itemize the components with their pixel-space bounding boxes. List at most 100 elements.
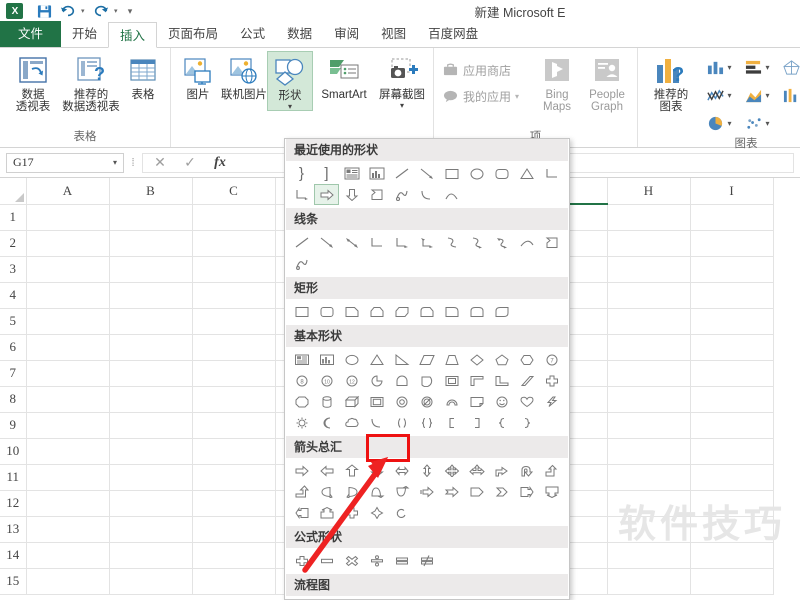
shape-line[interactable] (289, 232, 314, 253)
name-box[interactable]: G17 ▾ (6, 152, 124, 173)
cell-C4[interactable] (192, 282, 276, 309)
shape-diamond[interactable] (464, 349, 489, 370)
shape-trapezoid[interactable] (439, 349, 464, 370)
redo-dropdown-icon[interactable]: ▾ (114, 7, 123, 15)
tab-insert[interactable]: 插入 (108, 22, 158, 48)
select-all-corner[interactable] (0, 178, 27, 205)
shape-up-arrow-callout[interactable] (314, 502, 339, 523)
row-header-14[interactable]: 14 (0, 542, 27, 569)
cell-H11[interactable] (607, 464, 691, 491)
shape-rectangle[interactable] (289, 301, 314, 322)
cell-B13[interactable] (109, 516, 193, 543)
shape-curved-right-arrow[interactable] (339, 481, 364, 502)
store-button[interactable]: 应用商店 (438, 57, 533, 83)
shape-cube[interactable] (339, 391, 364, 412)
cell-A6[interactable] (26, 334, 110, 361)
cell-C13[interactable] (192, 516, 276, 543)
shape-oval[interactable] (339, 349, 364, 370)
cell-I11[interactable] (690, 464, 774, 491)
row-header-10[interactable]: 10 (0, 438, 27, 465)
cell-C9[interactable] (192, 412, 276, 439)
shape-triangle[interactable] (514, 163, 539, 184)
shape-up-arrow[interactable] (339, 460, 364, 481)
cell-B14[interactable] (109, 542, 193, 569)
cell-H13[interactable] (607, 516, 691, 543)
shape-pentagon-arrow[interactable] (464, 481, 489, 502)
shape-pie[interactable] (364, 370, 389, 391)
bar-chart-button[interactable]: ▾ (738, 53, 776, 81)
shape-elbow-connector[interactable] (539, 163, 564, 184)
shape-block-arc[interactable] (439, 391, 464, 412)
shape-arc2[interactable] (364, 412, 389, 433)
area-chart-button[interactable]: ▾ (738, 81, 776, 109)
cell-I9[interactable] (690, 412, 774, 439)
shape-brace-right[interactable]: } (289, 163, 314, 184)
shape-left-right-up-arrow[interactable] (464, 460, 489, 481)
shape-quad-arrow[interactable] (439, 460, 464, 481)
shape-left-up-arrow[interactable] (539, 460, 564, 481)
shape-snip-same-side-corner[interactable] (364, 301, 389, 322)
tab-data[interactable]: 数据 (276, 21, 323, 47)
shape-right-brace[interactable] (514, 412, 539, 433)
cell-H5[interactable] (607, 308, 691, 335)
cell-I2[interactable] (690, 230, 774, 257)
tab-home[interactable]: 开始 (61, 21, 108, 47)
cell-H7[interactable] (607, 360, 691, 387)
cell-A15[interactable] (26, 568, 110, 595)
shape-curved-arrow-connector[interactable] (464, 232, 489, 253)
cell-C6[interactable] (192, 334, 276, 361)
shape-multiply-sign[interactable] (339, 550, 364, 571)
column-header-C[interactable]: C (192, 178, 276, 205)
my-apps-dropdown-icon[interactable]: ▾ (515, 92, 519, 101)
shape-round-same-side-corner[interactable] (464, 301, 489, 322)
shape-line-arrow[interactable] (414, 163, 439, 184)
picture-button[interactable]: 图片 (175, 51, 221, 101)
shape-four-point-star-arrow[interactable] (364, 502, 389, 523)
cell-A10[interactable] (26, 438, 110, 465)
pie-chart-dropdown-icon[interactable]: ▾ (727, 119, 731, 128)
bar-chart-dropdown-icon[interactable]: ▾ (765, 63, 769, 72)
area-chart-dropdown-icon[interactable]: ▾ (765, 91, 769, 100)
shape-line-double-arrow[interactable] (339, 232, 364, 253)
shape-folded-corner[interactable] (464, 391, 489, 412)
cell-I1[interactable] (690, 204, 774, 231)
cell-C5[interactable] (192, 308, 276, 335)
shape-frame[interactable] (439, 370, 464, 391)
shape-elbow-arrow-connector[interactable] (289, 184, 314, 205)
shape-dodecagon[interactable]: 12 (339, 370, 364, 391)
undo-button[interactable] (57, 1, 79, 21)
shape-smiley-face[interactable] (489, 391, 514, 412)
shape-left-bracket[interactable] (439, 412, 464, 433)
row-header-13[interactable]: 13 (0, 516, 27, 543)
shape-chord[interactable] (414, 370, 439, 391)
column-chart-dropdown-icon[interactable]: ▾ (727, 63, 731, 72)
shape-chevron[interactable] (489, 481, 514, 502)
shape-not-equal-sign[interactable] (414, 550, 439, 571)
my-apps-button[interactable]: 我的应用 ▾ (438, 83, 533, 109)
shapes-gallery-dropdown[interactable]: 最近使用的形状 } ] 线条 矩形 基本形状 7 8 10 12 箭头总汇 公式… (284, 138, 570, 600)
row-header-15[interactable]: 15 (0, 568, 27, 595)
shape-division-sign[interactable] (364, 550, 389, 571)
scatter-chart-button[interactable]: ▾ (738, 109, 776, 137)
shape-minus-sign[interactable] (314, 550, 339, 571)
shape-oval[interactable] (464, 163, 489, 184)
shape-curved-double-arrow[interactable] (489, 232, 514, 253)
shape-octagon[interactable]: 8 (289, 370, 314, 391)
cell-C2[interactable] (192, 230, 276, 257)
shape-pentagon[interactable] (489, 349, 514, 370)
cell-A13[interactable] (26, 516, 110, 543)
cell-H12[interactable] (607, 490, 691, 517)
cell-I10[interactable] (690, 438, 774, 465)
shape-snip-single-corner[interactable] (339, 301, 364, 322)
row-header-3[interactable]: 3 (0, 256, 27, 283)
shape-right-triangle[interactable] (389, 349, 414, 370)
cell-C3[interactable] (192, 256, 276, 283)
cell-H10[interactable] (607, 438, 691, 465)
screenshot-button[interactable]: 屏幕截图 ▾ (375, 51, 429, 110)
column-chart-button[interactable]: ▾ (700, 53, 738, 81)
cell-B4[interactable] (109, 282, 193, 309)
shape-donut[interactable] (389, 391, 414, 412)
cell-B1[interactable] (109, 204, 193, 231)
shape-double-brace[interactable] (414, 412, 439, 433)
cell-B10[interactable] (109, 438, 193, 465)
